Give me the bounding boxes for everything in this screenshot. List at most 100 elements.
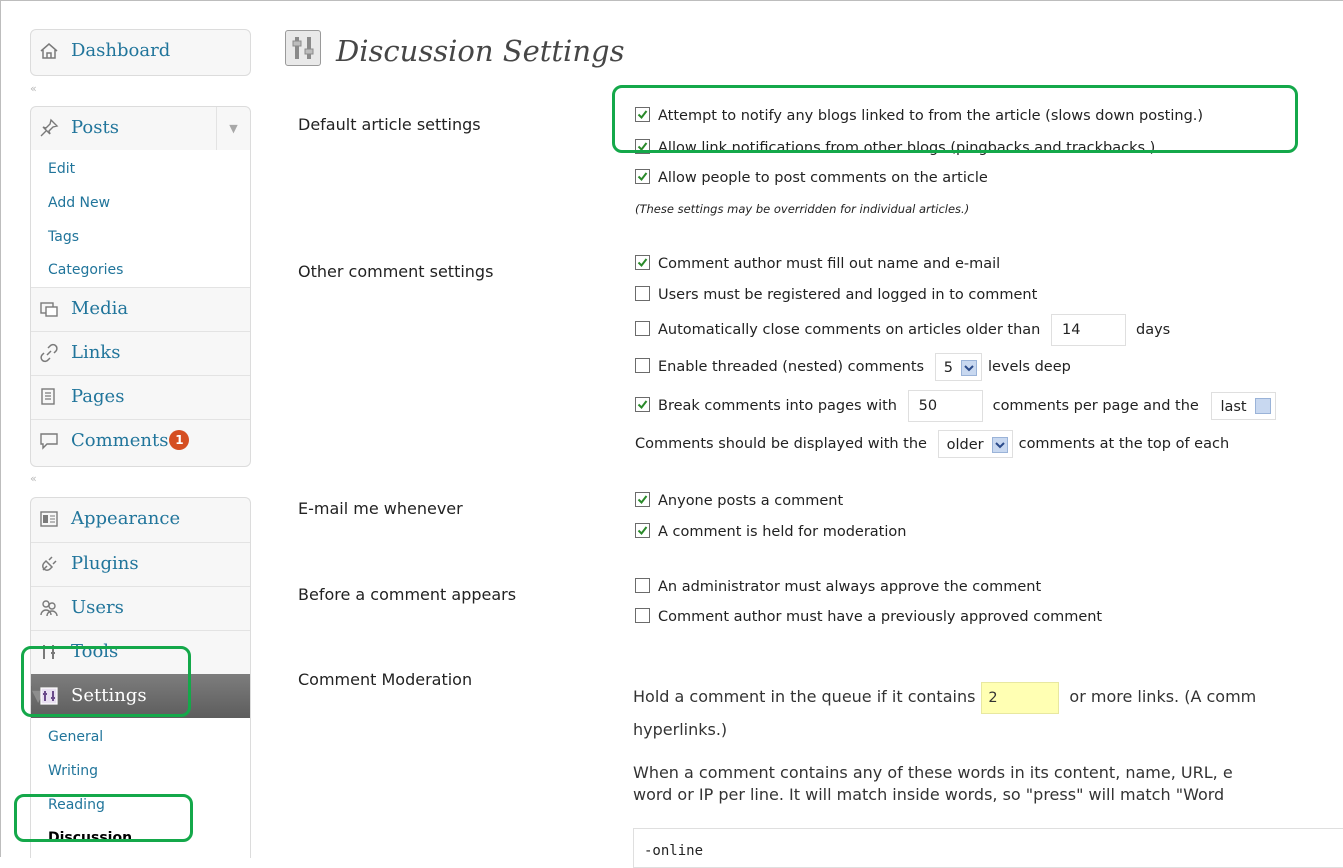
- posts-submenu: Edit Add New Tags Categories: [31, 150, 250, 287]
- email-me-label: E-mail me whenever: [298, 499, 463, 518]
- menu-pages[interactable]: Pages: [31, 375, 250, 418]
- submenu-posts-tags[interactable]: Tags: [48, 229, 79, 245]
- moderation-keys-textarea[interactable]: -online: [633, 828, 1343, 868]
- plugin-icon: [39, 554, 59, 574]
- auto-close-checkbox[interactable]: [635, 321, 650, 336]
- callout-discussion-item: [14, 794, 193, 842]
- submenu-posts-add-new[interactable]: Add New: [48, 195, 110, 211]
- menu-dashboard-label: Dashboard: [71, 40, 171, 61]
- default-page-value: last: [1220, 399, 1247, 415]
- threaded-comments-checkbox[interactable]: [635, 358, 650, 373]
- require-name-email-option: Comment author must fill out name and e-…: [635, 254, 1000, 274]
- hyperlinks-text: hyperlinks.): [633, 720, 728, 739]
- allow-comments-checkbox[interactable]: [635, 169, 650, 184]
- require-name-email-text: Comment author must fill out name and e-…: [658, 256, 1001, 272]
- require-registration-text: Users must be registered and logged in t…: [658, 287, 1038, 303]
- menu-comments-label-wrap: Comments 1: [71, 430, 190, 451]
- dashboard-menu-box: Dashboard: [30, 29, 251, 76]
- settings-page-icon: [285, 30, 321, 66]
- menu-posts[interactable]: Posts ▼: [31, 107, 250, 150]
- menu-comments-label: Comments: [71, 430, 169, 451]
- override-note: (These settings may be overridden for in…: [635, 202, 970, 216]
- media-icon: [39, 299, 59, 319]
- moderation-words-text-2: word or IP per line. It will match insid…: [633, 785, 1225, 804]
- submenu-settings-writing[interactable]: Writing: [48, 763, 98, 779]
- comment-order-select[interactable]: older: [937, 430, 1013, 458]
- thread-depth-select[interactable]: 5: [934, 353, 982, 381]
- admin-sidebar: Dashboard « Posts ▼ Edit Add New Tags Ca…: [0, 0, 255, 858]
- auto-close-text: Automatically close comments on articles…: [658, 322, 1041, 338]
- default-article-settings-label: Default article settings: [298, 115, 481, 134]
- allow-comments-option: Allow people to post comments on the art…: [635, 168, 988, 188]
- require-registration-checkbox[interactable]: [635, 286, 650, 301]
- thread-depth-value: 5: [943, 360, 953, 376]
- admin-approve-text: An administrator must always approve the…: [658, 579, 1042, 595]
- comments-count-badge: 1: [169, 430, 190, 450]
- hold-links-after-text: or more links. (A comm: [1069, 687, 1257, 706]
- auto-close-option: Automatically close comments on articles…: [635, 313, 1170, 347]
- admin-approve-checkbox[interactable]: [635, 578, 650, 593]
- appearance-icon: [39, 509, 59, 529]
- allow-comments-text: Allow people to post comments on the art…: [658, 170, 988, 186]
- chevron-down-icon: [1254, 398, 1271, 414]
- collapse-arrow-icon[interactable]: «: [30, 83, 42, 94]
- previously-approved-option: Comment author must have a previously ap…: [635, 607, 1102, 627]
- default-page-select[interactable]: last: [1211, 392, 1276, 420]
- posts-toggle-icon[interactable]: ▼: [216, 107, 250, 150]
- submenu-settings-general[interactable]: General: [48, 729, 103, 745]
- menu-plugins-label: Plugins: [71, 553, 139, 574]
- levels-deep-text: levels deep: [987, 359, 1071, 375]
- comments-per-page-text: comments per page and the: [992, 398, 1199, 414]
- moderation-links-input[interactable]: 2: [981, 681, 1060, 714]
- link-icon: [39, 343, 59, 363]
- moderation-words-text-1: When a comment contains any of these wor…: [633, 763, 1233, 782]
- email-anyone-posts-text: Anyone posts a comment: [658, 493, 844, 509]
- hold-links-text: Hold a comment in the queue if it contai…: [633, 687, 976, 706]
- require-name-email-checkbox[interactable]: [635, 255, 650, 270]
- menu-plugins[interactable]: Plugins: [31, 542, 250, 585]
- callout-settings-menu: [21, 646, 191, 717]
- other-comment-settings-label: Other comment settings: [298, 262, 494, 281]
- menu-comments[interactable]: Comments 1: [31, 419, 250, 462]
- previously-approved-text: Comment author must have a previously ap…: [658, 609, 1103, 625]
- menu-links[interactable]: Links: [31, 331, 250, 374]
- paged-comments-text: Break comments into pages with: [658, 398, 897, 414]
- auto-close-days-input[interactable]: 14: [1050, 314, 1126, 346]
- menu-users[interactable]: Users: [31, 586, 250, 629]
- menu-posts-label: Posts: [71, 117, 119, 138]
- paged-comments-option: Break comments into pages with 50 comment…: [635, 389, 1276, 423]
- menu-appearance[interactable]: Appearance: [31, 498, 250, 541]
- auto-close-days-text: days: [1135, 322, 1171, 338]
- threaded-comments-option: Enable threaded (nested) comments 5 level…: [635, 352, 1071, 382]
- submenu-posts-edit[interactable]: Edit: [48, 161, 75, 177]
- threaded-comments-text: Enable threaded (nested) comments: [658, 359, 925, 375]
- comment-order-after-text: comments at the top of each: [1018, 436, 1230, 452]
- menu-media[interactable]: Media: [31, 287, 250, 330]
- submenu-posts-categories[interactable]: Categories: [48, 262, 123, 278]
- menu-users-label: Users: [71, 597, 124, 618]
- comments-per-page-input[interactable]: 50: [907, 390, 983, 422]
- pages-icon: [39, 387, 59, 407]
- menu-links-label: Links: [71, 342, 121, 363]
- menu-media-label: Media: [71, 298, 129, 319]
- previously-approved-checkbox[interactable]: [635, 608, 650, 623]
- paged-comments-checkbox[interactable]: [635, 397, 650, 412]
- email-anyone-posts-option: Anyone posts a comment: [635, 491, 843, 511]
- comment-icon: [39, 431, 59, 451]
- comment-order-text: Comments should be displayed with the: [635, 436, 927, 452]
- pin-icon: [39, 118, 59, 138]
- collapse-arrow-icon-2[interactable]: «: [30, 473, 42, 484]
- home-icon: [39, 41, 59, 61]
- hold-links-line: Hold a comment in the queue if it contai…: [633, 680, 1256, 714]
- comment-moderation-label: Comment Moderation: [298, 670, 473, 689]
- callout-notify-blogs: [612, 85, 1298, 153]
- page-title: Discussion Settings: [336, 34, 625, 68]
- menu-appearance-label: Appearance: [71, 508, 181, 529]
- email-held-moderation-checkbox[interactable]: [635, 523, 650, 538]
- email-anyone-posts-checkbox[interactable]: [635, 492, 650, 507]
- email-held-moderation-text: A comment is held for moderation: [658, 524, 907, 540]
- menu-dashboard[interactable]: Dashboard: [31, 30, 250, 73]
- menu-pages-label: Pages: [71, 386, 125, 407]
- users-icon: [39, 598, 59, 618]
- chevron-down-icon: [991, 437, 1008, 453]
